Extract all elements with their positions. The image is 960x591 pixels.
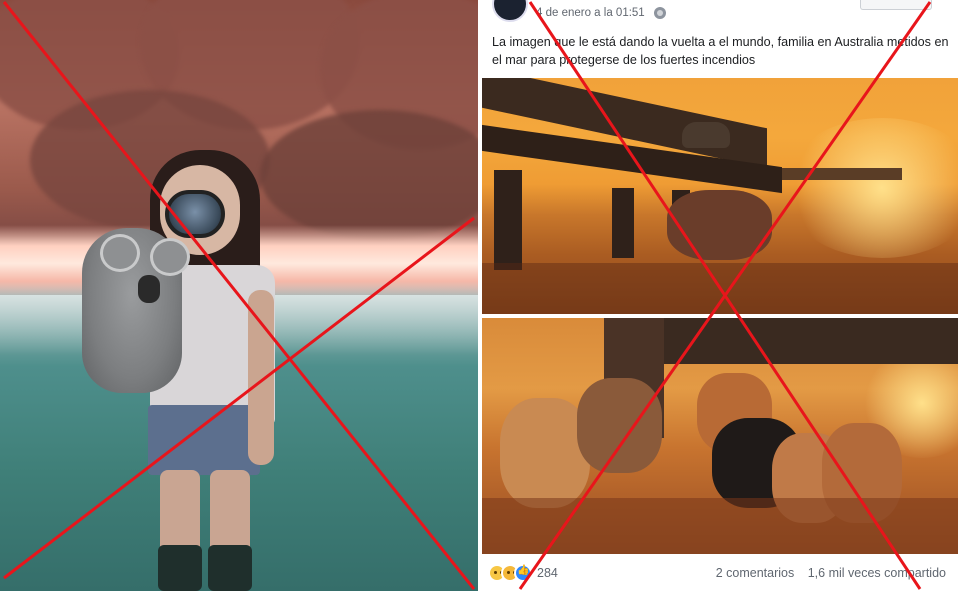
- avatar[interactable]: [492, 0, 528, 22]
- post-timestamp[interactable]: 4 de enero a la 01:51: [536, 7, 645, 19]
- facebook-post: 4 de enero a la 01:51 La imagen que le e…: [480, 0, 960, 591]
- gas-mask: [165, 190, 225, 238]
- like-reaction-icon: [514, 564, 532, 582]
- reactions-bar[interactable]: 284: [488, 562, 558, 584]
- post-photo-family[interactable]: [482, 318, 958, 554]
- reaction-count[interactable]: 284: [537, 566, 558, 580]
- post-menu-button[interactable]: [860, 0, 932, 10]
- post-text: La imagen que le está dando la vuelta a …: [492, 35, 949, 67]
- dog-on-pier: [682, 122, 730, 148]
- globe-icon: [654, 7, 666, 19]
- screenshot-stage: 4 de enero a la 01:51 La imagen que le e…: [0, 0, 960, 591]
- shares-link[interactable]: 1,6 mil veces compartido: [808, 566, 946, 580]
- comments-link[interactable]: 2 comentarios: [716, 566, 795, 580]
- koala-girl-image: [0, 0, 478, 591]
- post-photo-pier[interactable]: [482, 78, 958, 314]
- post-stats: 2 comentarios 1,6 mil veces compartido: [716, 566, 946, 580]
